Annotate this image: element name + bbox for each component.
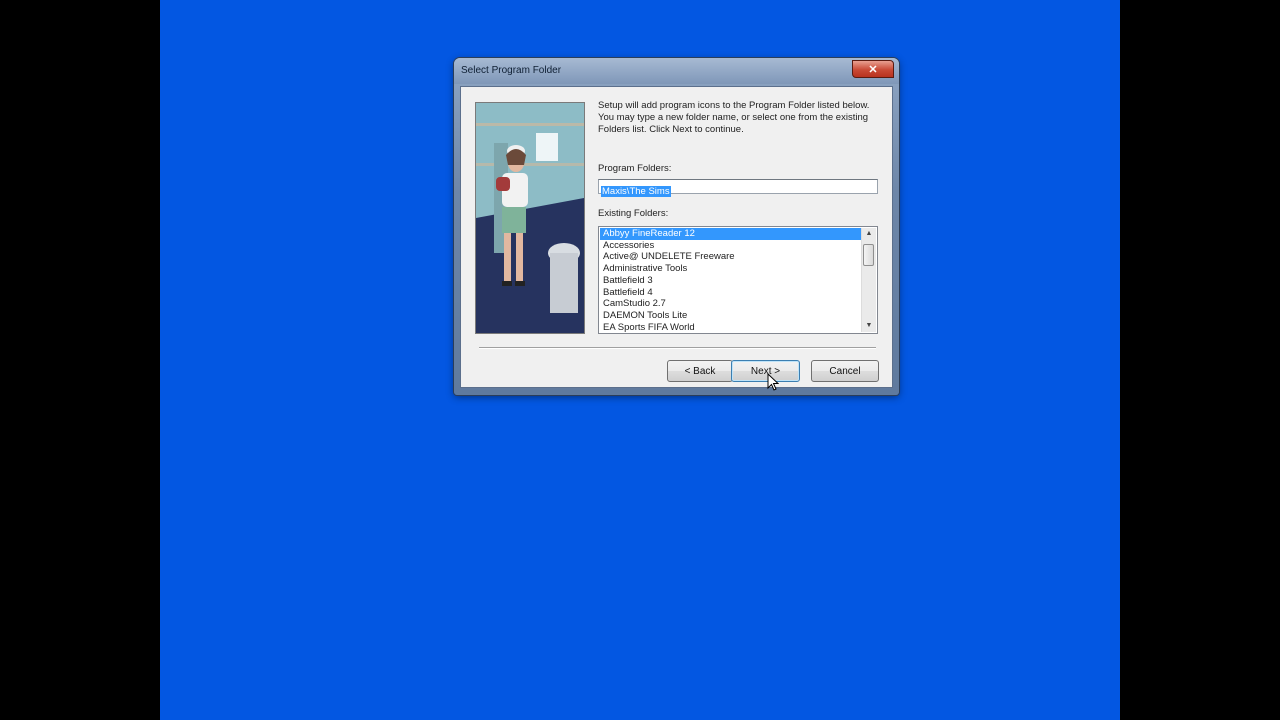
folder-list-item[interactable]: DAEMON Tools Lite xyxy=(600,310,861,322)
select-program-folder-dialog: Select Program Folder ✕ Setup will add p… xyxy=(454,58,899,395)
existing-folders-list[interactable]: Abbyy FineReader 12 Accessories Active@ UN… xyxy=(598,226,878,334)
list-scrollbar[interactable]: ▲ ▼ xyxy=(861,228,876,332)
folder-list-item[interactable]: Battlefield 3 xyxy=(600,275,861,287)
close-button[interactable]: ✕ xyxy=(852,60,894,78)
next-button[interactable]: Next > xyxy=(731,360,800,382)
back-button[interactable]: < Back xyxy=(667,360,733,382)
folder-list-item[interactable]: Accessories xyxy=(600,240,861,252)
folder-list-item[interactable]: CamStudio 2.7 xyxy=(600,298,861,310)
scroll-down-icon[interactable]: ▼ xyxy=(862,320,876,332)
program-folders-label: Program Folders: xyxy=(598,163,672,174)
button-separator xyxy=(479,347,876,349)
dialog-client-area: Setup will add program icons to the Prog… xyxy=(460,86,893,388)
folder-list-item[interactable]: Battlefield 4 xyxy=(600,287,861,299)
dialog-titlebar[interactable]: Select Program Folder ✕ xyxy=(454,58,899,84)
folder-list-item[interactable]: Active@ UNDELETE Freeware xyxy=(600,251,861,263)
setup-artwork-image xyxy=(475,102,585,334)
cancel-button[interactable]: Cancel xyxy=(811,360,879,382)
existing-folders-label: Existing Folders: xyxy=(598,208,669,219)
folder-list-item[interactable]: Abbyy FineReader 12 xyxy=(600,228,861,240)
close-icon: ✕ xyxy=(868,63,878,76)
program-folder-input[interactable]: Maxis\The Sims xyxy=(598,179,878,197)
instructions-text: Setup will add program icons to the Prog… xyxy=(598,100,870,135)
dialog-title: Select Program Folder xyxy=(461,65,562,76)
scroll-up-icon[interactable]: ▲ xyxy=(862,228,876,240)
sims-character-illustration xyxy=(476,103,584,333)
folder-list-item[interactable]: EA Sports FIFA World xyxy=(600,322,861,333)
program-folder-value: Maxis\The Sims xyxy=(601,186,671,197)
scroll-thumb[interactable] xyxy=(863,244,874,266)
folder-list-items: Abbyy FineReader 12 Accessories Active@ UN… xyxy=(600,228,861,333)
mouse-pointer-icon xyxy=(767,373,779,391)
folder-list-item[interactable]: Administrative Tools xyxy=(600,263,861,275)
